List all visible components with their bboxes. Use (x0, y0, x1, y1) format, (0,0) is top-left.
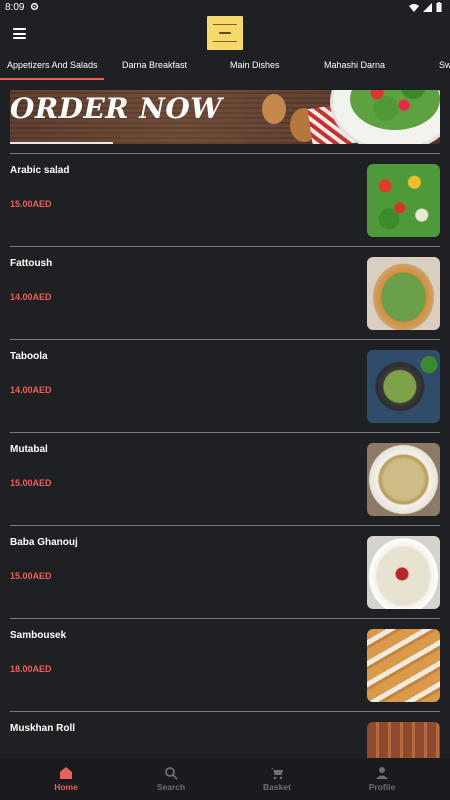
wooden-spoon-image (262, 94, 286, 124)
signal-icon (423, 2, 432, 12)
status-time: 8:09 (5, 2, 25, 13)
nav-home[interactable]: Home (10, 758, 122, 800)
item-name: Muskhan Roll (10, 723, 76, 734)
tab-appetizers-and-salads[interactable]: Appetizers And Salads (7, 60, 98, 70)
item-price: 15.00AED (10, 478, 52, 488)
item-name: Mutabal (10, 444, 48, 455)
banner-carousel-indicator (10, 142, 113, 144)
basket-icon (271, 768, 283, 780)
search-icon (165, 767, 178, 780)
nav-label: Home (54, 782, 78, 792)
item-image (367, 722, 440, 758)
menu-item[interactable]: Taboola 14.00AED (0, 340, 450, 433)
tab-sweets[interactable]: Sw (439, 60, 450, 70)
item-image (367, 629, 440, 702)
nav-label: Profile (368, 782, 396, 792)
category-tabs: Appetizers And Salads Darna Breakfast Ma… (0, 54, 450, 80)
bottom-navigation: Home Search Basket Profile (0, 758, 450, 800)
item-price: 18.00AED (10, 664, 52, 674)
item-image (367, 443, 440, 516)
tab-darna-breakfast[interactable]: Darna Breakfast (122, 60, 187, 70)
item-name: Sambousek (10, 630, 67, 641)
menu-list[interactable]: ORDER NOW Arabic salad 15.00AED Fattoush… (0, 80, 450, 758)
nav-search[interactable]: Search (115, 758, 227, 800)
menu-item[interactable]: Arabic salad 15.00AED (0, 154, 450, 247)
status-icons (409, 2, 442, 12)
menu-item[interactable]: Mutabal 15.00AED (0, 433, 450, 526)
item-image (367, 257, 440, 330)
item-name: Fattoush (10, 258, 53, 269)
nav-basket[interactable]: Basket (221, 758, 333, 800)
menu-item[interactable]: Fattoush 14.00AED (0, 247, 450, 340)
nav-label: Basket (263, 782, 291, 792)
item-price: 14.00AED (10, 385, 52, 395)
menu-item[interactable]: Baba Ghanouj 15.00AED (0, 526, 450, 619)
item-image (367, 536, 440, 609)
battery-icon (436, 2, 442, 12)
menu-item[interactable]: Muskhan Roll (0, 712, 450, 758)
item-price: 15.00AED (10, 199, 52, 209)
wifi-icon (409, 3, 419, 12)
settings-status-icon (30, 2, 39, 11)
menu-item[interactable]: Sambousek 18.00AED (0, 619, 450, 712)
item-image (367, 350, 440, 423)
profile-icon (376, 767, 388, 779)
app-bar (0, 16, 450, 54)
item-name: Baba Ghanouj (10, 537, 78, 548)
banner-title: ORDER NOW (10, 92, 223, 125)
status-bar: 8:09 (0, 0, 450, 16)
order-now-banner[interactable]: ORDER NOW (10, 90, 440, 144)
item-name: Arabic salad (10, 165, 70, 176)
item-price: 14.00AED (10, 292, 52, 302)
tab-main-dishes[interactable]: Main Dishes (230, 60, 280, 70)
nav-profile[interactable]: Profile (326, 758, 438, 800)
item-name: Taboola (10, 351, 48, 362)
app-screen: 8:09 Appetizers And Salads Darna Breakfa… (0, 0, 450, 800)
home-icon (60, 767, 72, 779)
restaurant-logo[interactable] (207, 16, 243, 50)
item-price: 15.00AED (10, 571, 52, 581)
menu-icon[interactable] (13, 28, 26, 39)
tab-mahashi-darna[interactable]: Mahashi Darna (324, 60, 385, 70)
item-image (367, 164, 440, 237)
nav-label: Search (156, 782, 186, 792)
